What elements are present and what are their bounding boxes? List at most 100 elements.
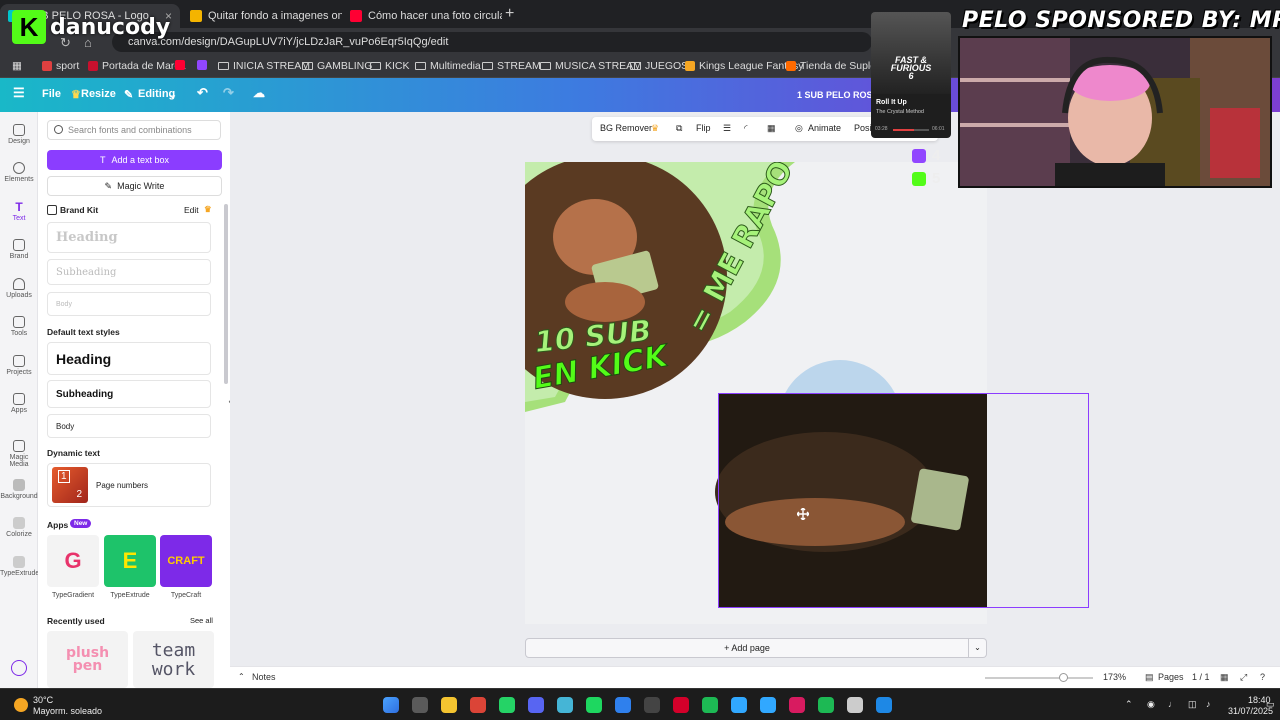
rail-item-projects[interactable]: Projects bbox=[0, 355, 38, 376]
bookmark-folder-stream[interactable]: STREAM bbox=[482, 60, 541, 72]
crop-icon[interactable]: ⧉ bbox=[676, 123, 682, 134]
bookmark-folder-gambling[interactable]: GAMBLING bbox=[302, 60, 372, 72]
taskbar-app-icon[interactable] bbox=[470, 697, 486, 713]
bookmark-folder-multimedia[interactable]: Multimedia bbox=[415, 60, 481, 72]
default-heading-style[interactable]: Heading bbox=[47, 342, 211, 375]
url-input[interactable]: canva.com/design/DAGupLUV7iY/jcLDzJaR_vu… bbox=[112, 32, 872, 52]
taskbar-app-icon[interactable] bbox=[586, 697, 602, 713]
animate-button[interactable]: Animate bbox=[808, 123, 841, 133]
weather-temp[interactable]: 30°C bbox=[33, 695, 53, 705]
redo-icon[interactable]: ↷ bbox=[223, 85, 234, 101]
brand-subheading-style[interactable]: Subheading bbox=[47, 259, 211, 285]
taskbar-app-icon[interactable] bbox=[847, 697, 863, 713]
apps-grid-icon[interactable]: ▦ bbox=[12, 60, 22, 72]
rail-item-background[interactable]: Background bbox=[0, 479, 38, 500]
taskbar-app-icon[interactable] bbox=[615, 697, 631, 713]
rail-item-apps[interactable]: Apps bbox=[0, 393, 38, 414]
bg-remover-button[interactable]: BG Remover bbox=[600, 123, 652, 133]
default-subheading-style[interactable]: Subheading bbox=[47, 380, 211, 408]
zoom-slider[interactable] bbox=[985, 677, 1093, 679]
taskbar-app-icon[interactable] bbox=[702, 697, 718, 713]
file-menu-button[interactable]: File bbox=[42, 88, 61, 100]
taskbar-app-icon[interactable] bbox=[441, 697, 457, 713]
network-icon[interactable]: ◫ bbox=[1188, 699, 1197, 710]
taskbar-app-icon[interactable] bbox=[876, 697, 892, 713]
bookmark-folder-juegos[interactable]: JUEGOS bbox=[630, 60, 688, 72]
zoom-slider-handle[interactable] bbox=[1058, 673, 1068, 682]
bookmark-folder-kick[interactable]: KICK bbox=[370, 60, 410, 72]
transparency-icon[interactable]: ▦ bbox=[767, 123, 776, 134]
app-typeextrude[interactable]: E bbox=[104, 535, 156, 587]
taskbar-app-icon[interactable] bbox=[499, 697, 515, 713]
bookmark-folder-inicia-stream[interactable]: INICIA STREAM bbox=[218, 60, 310, 72]
tray-app-icon[interactable]: ◉ bbox=[1147, 699, 1155, 710]
taskbar-app-icon[interactable] bbox=[818, 697, 834, 713]
magic-write-button[interactable]: ✎ Magic Write bbox=[47, 176, 222, 196]
see-all-link[interactable]: See all bbox=[190, 616, 213, 625]
taskbar-app-icon[interactable] bbox=[760, 697, 776, 713]
rail-item-elements[interactable]: Elements bbox=[0, 162, 38, 183]
bookmark-youtube[interactable] bbox=[175, 60, 185, 70]
taskbar-app-icon[interactable] bbox=[731, 697, 747, 713]
notes-button[interactable]: Notes bbox=[252, 672, 276, 682]
taskbar-app-icon[interactable] bbox=[789, 697, 805, 713]
hamburger-icon[interactable]: ☰ bbox=[13, 85, 25, 101]
chevron-up-icon[interactable]: ⌃ bbox=[238, 672, 245, 681]
rail-item-magic-media[interactable]: Magic Media bbox=[0, 440, 38, 468]
taskbar-app-icon[interactable] bbox=[644, 697, 660, 713]
position-button[interactable]: Posi bbox=[854, 123, 872, 133]
bookmark-marca[interactable]: Portada de Marca bbox=[88, 60, 185, 72]
panel-scrollbar[interactable] bbox=[224, 204, 228, 384]
taskbar-app-icon[interactable] bbox=[673, 697, 689, 713]
rail-item-tools[interactable]: Tools bbox=[0, 316, 38, 337]
volume-icon[interactable]: ♪ bbox=[1206, 699, 1211, 709]
taskbar-app-icon[interactable] bbox=[528, 697, 544, 713]
weather-desc[interactable]: Mayorm. soleado bbox=[33, 706, 102, 716]
magic-assistant-button[interactable] bbox=[0, 660, 38, 678]
rail-item-brand[interactable]: Brand bbox=[0, 239, 38, 260]
bookmark-twitch[interactable] bbox=[197, 60, 207, 70]
add-page-button[interactable]: + Add page bbox=[525, 638, 969, 658]
bookmark-folder-musica-stream[interactable]: MUSICA STREAM bbox=[540, 60, 642, 72]
taskbar-app-icon[interactable] bbox=[557, 697, 573, 713]
brand-heading-style[interactable]: Heading bbox=[47, 222, 211, 253]
chevron-down-icon[interactable]: ⌄ bbox=[969, 638, 987, 658]
taskbar-app-icon[interactable] bbox=[383, 697, 399, 713]
rail-item-typeextrude[interactable]: TypeExtrude bbox=[0, 556, 39, 577]
brand-kit-edit-button[interactable]: Edit bbox=[184, 205, 199, 215]
chevron-down-icon[interactable]: ⌄ bbox=[168, 88, 177, 101]
microphone-icon[interactable]: ♩ bbox=[1168, 699, 1177, 709]
app-typecraft[interactable]: CRAFT bbox=[160, 535, 212, 587]
line-weight-icon[interactable]: ☰ bbox=[723, 123, 731, 134]
rail-item-design[interactable]: Design bbox=[0, 124, 38, 145]
rail-item-text[interactable]: T Text bbox=[0, 201, 38, 222]
recent-item[interactable]: team work bbox=[133, 631, 214, 688]
add-text-box-button[interactable]: T Add a text box bbox=[47, 150, 222, 170]
zoom-level[interactable]: 173% bbox=[1103, 672, 1126, 682]
bookmark-sport[interactable]: sport bbox=[42, 60, 79, 72]
notification-icon[interactable]: ▭ bbox=[1266, 699, 1275, 710]
resize-button[interactable]: Resize bbox=[81, 88, 116, 100]
fullscreen-icon[interactable]: ⤢ bbox=[1240, 672, 1247, 683]
undo-icon[interactable]: ↶ bbox=[197, 85, 208, 101]
pages-button[interactable]: Pages bbox=[1158, 672, 1184, 682]
page-numbers-option[interactable]: 1 2 Page numbers bbox=[47, 463, 211, 507]
tab-remove-bg[interactable]: Quitar fondo a imagenes online × bbox=[182, 4, 342, 28]
default-body-style[interactable]: Body bbox=[47, 414, 211, 438]
recent-item[interactable]: plush pen bbox=[47, 631, 128, 688]
new-tab-button[interactable]: + bbox=[505, 5, 514, 23]
taskbar-app-icon[interactable] bbox=[412, 697, 428, 713]
design-title[interactable]: 1 SUB PELO ROSA bbox=[797, 90, 879, 100]
help-icon[interactable]: ? bbox=[1260, 672, 1265, 682]
brand-body-style[interactable]: Body bbox=[47, 292, 211, 316]
app-typegradient[interactable]: G bbox=[47, 535, 99, 587]
rail-item-uploads[interactable]: Uploads bbox=[0, 278, 38, 299]
selection-box[interactable] bbox=[718, 393, 1089, 608]
rail-item-colorize[interactable]: Colorize bbox=[0, 517, 38, 538]
corner-rounding-icon[interactable]: ◜ bbox=[744, 123, 748, 134]
tab-youtube[interactable]: Cómo hacer una foto circular e × bbox=[342, 4, 502, 28]
flip-button[interactable]: Flip bbox=[696, 123, 711, 133]
tray-chevron-up-icon[interactable]: ⌃ bbox=[1125, 699, 1133, 710]
font-search-input[interactable]: Search fonts and combinations bbox=[47, 120, 221, 140]
grid-view-icon[interactable]: ▦ bbox=[1220, 672, 1229, 683]
